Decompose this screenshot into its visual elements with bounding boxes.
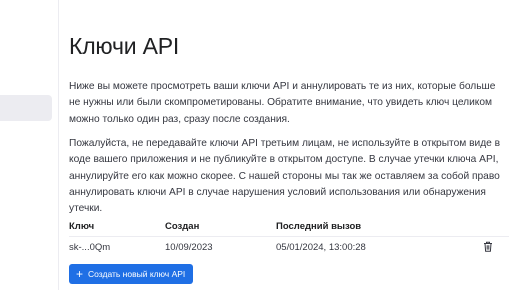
api-keys-table: Ключ Создан Последний вызов sk-...0Qm 10… [69, 217, 509, 258]
trash-icon[interactable] [483, 241, 493, 255]
main-content: Ключи API Ниже вы можете просмотреть ваш… [69, 0, 509, 290]
table-row: sk-...0Qm 10/09/2023 05/01/2024, 13:00:2… [69, 237, 509, 259]
column-header-created: Создан [165, 217, 276, 237]
column-header-key: Ключ [69, 217, 165, 237]
created-cell: 10/09/2023 [165, 242, 213, 253]
create-api-key-button[interactable]: + Создать новый ключ API [69, 264, 194, 284]
description-paragraph-2: Пожалуйста, не передавайте ключи API тре… [69, 138, 501, 215]
create-api-key-label: Создать новый ключ API [88, 269, 186, 279]
description-paragraph-1: Ниже вы можете просмотреть ваши ключи AP… [69, 81, 496, 125]
sidebar [0, 0, 59, 290]
last-used-cell: 05/01/2024, 13:00:28 [276, 242, 366, 253]
sidebar-active-item[interactable] [0, 95, 52, 121]
table-header-row: Ключ Создан Последний вызов [69, 217, 509, 237]
page-title: Ключи API [69, 33, 180, 59]
column-header-last-used: Последний вызов [276, 217, 466, 237]
column-header-actions [466, 217, 509, 237]
plus-icon: + [76, 267, 84, 281]
actions-cell [466, 237, 509, 259]
key-cell: sk-...0Qm [69, 242, 111, 253]
